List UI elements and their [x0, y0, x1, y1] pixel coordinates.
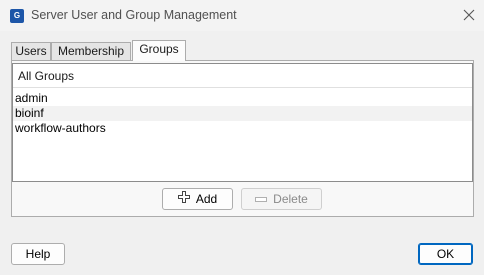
list-item[interactable]: admin: [13, 91, 472, 106]
help-button[interactable]: Help: [11, 243, 65, 265]
list-item[interactable]: bioinf: [13, 106, 472, 121]
close-icon: [463, 9, 475, 21]
delete-button[interactable]: Delete: [241, 188, 322, 210]
add-button-label: Add: [195, 192, 218, 206]
groups-list[interactable]: All Groups admin bioinf workflow-authors: [12, 63, 473, 182]
help-button-label: Help: [25, 247, 51, 261]
list-header: All Groups: [13, 64, 472, 88]
window-title: Server User and Group Management: [31, 8, 237, 22]
tab-membership[interactable]: Membership: [51, 42, 131, 60]
app-icon: G: [10, 9, 24, 23]
add-button[interactable]: Add: [162, 188, 233, 210]
list-item[interactable]: workflow-authors: [13, 121, 472, 136]
title-bar: G Server User and Group Management: [0, 0, 484, 31]
minus-icon: [255, 189, 268, 209]
tab-groups[interactable]: Groups: [132, 40, 186, 61]
groups-panel: All Groups admin bioinf workflow-authors…: [11, 60, 474, 217]
delete-button-label: Delete: [273, 192, 308, 206]
plus-icon: [177, 189, 190, 209]
ok-button[interactable]: OK: [418, 243, 473, 265]
ok-button-label: OK: [436, 247, 455, 261]
tab-users[interactable]: Users: [11, 42, 51, 60]
close-button[interactable]: [453, 0, 484, 31]
